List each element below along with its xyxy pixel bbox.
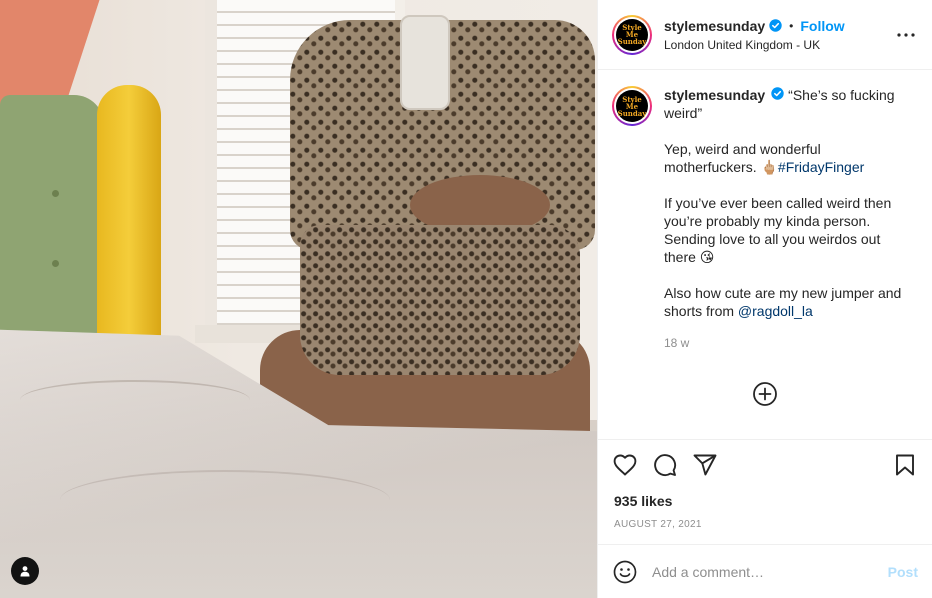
verified-badge-icon [771, 87, 784, 100]
action-bar [598, 439, 932, 489]
comment-form: Post [598, 544, 932, 598]
like-button[interactable] [612, 452, 638, 478]
avatar-ring-inner: Style Me Sunday [614, 16, 650, 53]
post-header: Style Me Sunday stylemesunday • Follow L… [598, 0, 932, 70]
save-button[interactable] [892, 452, 918, 478]
user-tag-icon [20, 566, 30, 577]
share-button[interactable] [692, 452, 718, 478]
comments-area: Style Me Sunday stylemesunday “She’s so f… [598, 70, 932, 439]
user-tag-button[interactable] [11, 557, 39, 585]
avatar[interactable]: Style Me Sunday [612, 14, 652, 55]
share-icon [693, 454, 717, 475]
post-date: AUGUST 27, 2021 [614, 519, 702, 530]
post-container: Style Me Sunday stylemesunday • Follow L… [0, 0, 932, 598]
header-text: stylemesunday • Follow London United Kin… [664, 18, 894, 52]
follow-button[interactable]: Follow [800, 18, 844, 34]
caption-first-line: stylemesunday “She’s so fucking weird” [664, 86, 914, 122]
caption-username[interactable]: stylemesunday [664, 87, 765, 103]
bookmark-icon [896, 454, 914, 475]
image-headboard-button [52, 190, 59, 197]
caption-paragraph: If you’ve ever been called weird then yo… [664, 195, 896, 265]
avatar-ring-inner: Style Me Sunday [614, 88, 650, 124]
comment-input[interactable] [652, 563, 888, 580]
hashtag-link[interactable]: #FridayFinger [778, 159, 864, 175]
header-username[interactable]: stylemesunday [664, 18, 765, 34]
post-comment-button[interactable]: Post [888, 564, 918, 580]
image-headboard-button [52, 260, 59, 267]
post-image[interactable] [0, 0, 597, 598]
avatar-logo: Style Me Sunday [616, 90, 648, 122]
caption-body: stylemesunday “She’s so fucking weird” Ye… [664, 86, 914, 352]
image-sheet-fold [20, 380, 250, 420]
location-link[interactable]: London United Kingdom - UK [664, 38, 894, 52]
mention-link[interactable]: @ragdoll_la [738, 303, 813, 319]
heart-icon [613, 454, 637, 475]
more-options-button[interactable] [894, 23, 918, 47]
emoji-icon [613, 560, 637, 583]
header-row: stylemesunday • Follow [664, 18, 894, 34]
verified-badge-icon [769, 19, 782, 32]
post-side-panel: Style Me Sunday stylemesunday • Follow L… [597, 0, 932, 598]
load-more-comments-button[interactable] [752, 381, 778, 407]
likes-count[interactable]: 935 likes [598, 489, 932, 509]
comment-button[interactable] [652, 452, 678, 478]
caption-avatar[interactable]: Style Me Sunday [612, 86, 652, 126]
image-person-shorts [300, 225, 580, 375]
avatar-logo: Style Me Sunday [616, 18, 648, 51]
image-phone [400, 15, 450, 110]
image-sheet-fold [60, 470, 390, 530]
load-more-comments-icon [753, 382, 777, 406]
caption-paragraph: Yep, weird and wonderful motherfuckers. … [664, 140, 914, 176]
separator-dot: • [789, 18, 794, 33]
comment-icon [654, 453, 677, 476]
emoji-button[interactable] [612, 559, 638, 585]
post-age[interactable]: 18 w [664, 334, 914, 352]
caption-paragraph: Also how cute are my new jumper and shor… [664, 284, 914, 320]
more-options-icon [897, 32, 915, 37]
caption: Style Me Sunday stylemesunday “She’s so f… [612, 86, 918, 352]
